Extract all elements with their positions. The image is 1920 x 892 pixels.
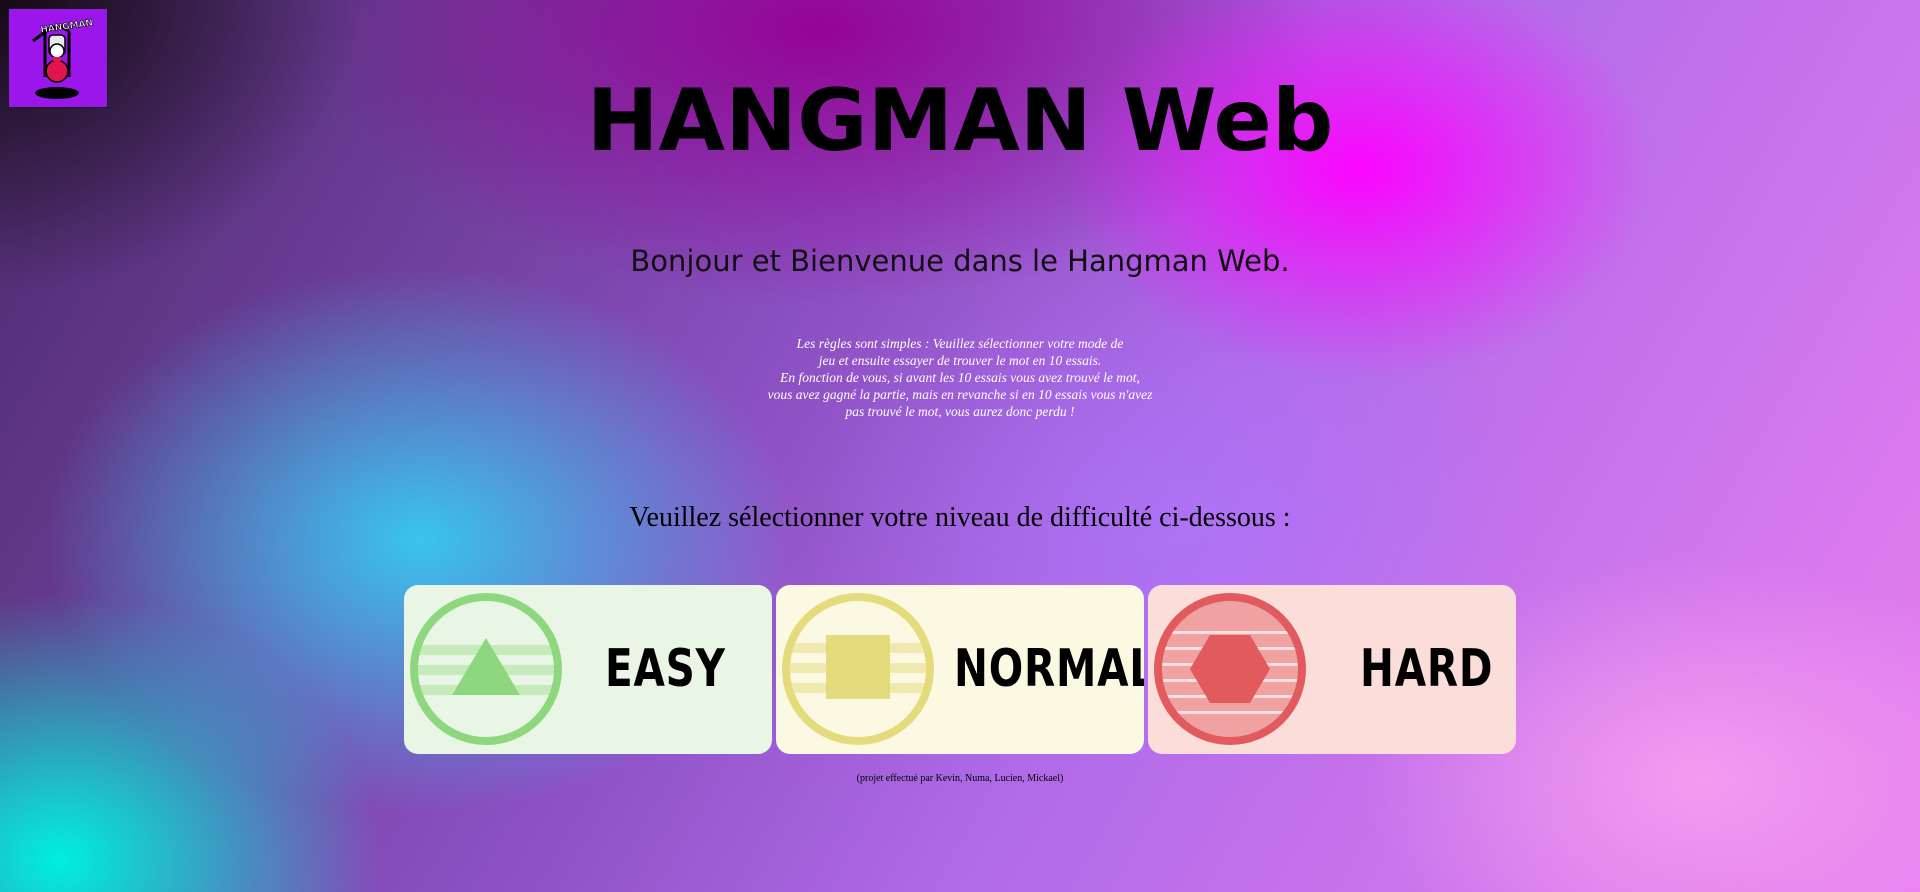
rules-line: jeu et ensuite essayer de trouver le mot… (818, 353, 1102, 368)
easy-label: EASY (605, 639, 726, 699)
square-icon (782, 593, 934, 745)
hard-button[interactable]: HARD (1148, 585, 1516, 754)
rules-line: vous avez gagné la partie, mais en revan… (767, 387, 1153, 402)
triangle-icon (410, 593, 562, 745)
normal-button[interactable]: NORMAL (776, 585, 1144, 754)
rules-text: Les règles sont simples : Veuillez sélec… (740, 335, 1180, 420)
page-title: HANGMAN Web (586, 71, 1334, 171)
logo-text: HANGMAN (40, 18, 94, 35)
normal-label: NORMAL (954, 639, 1144, 699)
credits: (projet effectué par Kevin, Numa, Lucien… (856, 773, 1064, 784)
rules-line: En fonction de vous, si avant les 10 ess… (780, 370, 1140, 385)
rules-line: Les règles sont simples : Veuillez sélec… (796, 336, 1124, 351)
difficulty-prompt: Veuillez sélectionner votre niveau de di… (629, 502, 1291, 533)
hard-label: HARD (1360, 639, 1494, 699)
hexagon-icon (1154, 593, 1306, 745)
welcome-message: Bonjour et Bienvenue dans le Hangman Web… (630, 244, 1290, 278)
easy-button[interactable]: EASY (404, 585, 772, 754)
rules-line: pas trouvé le mot, vous aurez donc perdu… (845, 404, 1075, 419)
difficulty-options: EASY NORMAL HARD (404, 585, 1516, 755)
